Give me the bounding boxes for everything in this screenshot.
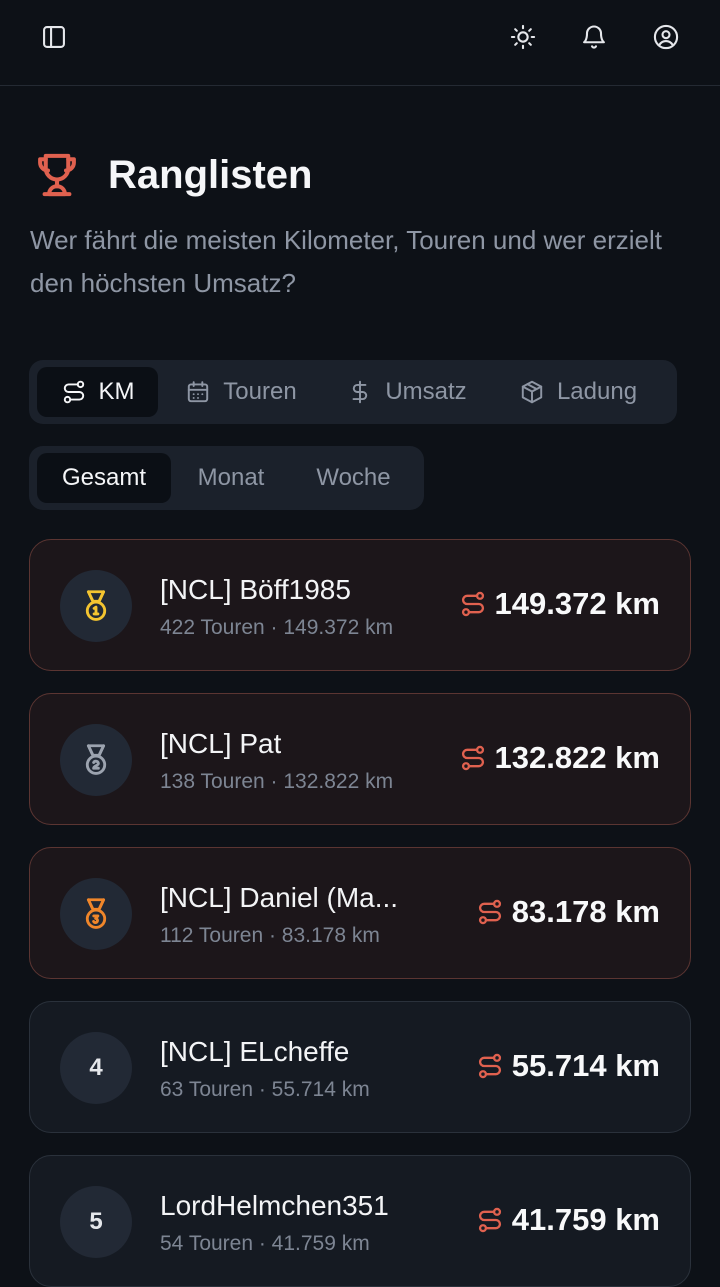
tab-monat[interactable]: Monat — [171, 453, 291, 503]
leaderboard-row[interactable]: 4 [NCL] ELcheffe 63 Touren · 55.714 km 5… — [29, 1001, 691, 1133]
tab-woche[interactable]: Woche — [291, 453, 416, 503]
notifications-button[interactable] — [576, 19, 612, 55]
top-bar — [0, 0, 720, 86]
page-subtitle: Wer fährt die meisten Kilometer, Touren … — [30, 225, 662, 298]
tab-ladung[interactable]: Ladung — [490, 367, 666, 417]
rank-badge — [60, 878, 132, 950]
driver-name: LordHelmchen351 — [160, 1190, 389, 1221]
tab-km-label: KM — [98, 378, 135, 405]
metric-tabs: KM Touren Umsatz Ladung — [29, 360, 677, 424]
package-icon — [521, 380, 543, 404]
driver-value: 132.822 km — [459, 740, 660, 776]
driver-meta: 54 Touren · 41.759 km — [160, 1232, 370, 1255]
tab-umsatz[interactable]: Umsatz — [324, 367, 490, 417]
route-icon — [478, 899, 501, 925]
user-circle-icon — [653, 24, 679, 50]
driver-value: 149.372 km — [459, 586, 660, 622]
profile-button[interactable] — [648, 19, 684, 55]
driver-meta: 422 Touren · 149.372 km — [160, 616, 394, 639]
tab-ladung-label: Ladung — [556, 378, 638, 405]
driver-value: 83.178 km — [476, 894, 660, 930]
driver-value-text: 55.714 km — [511, 1048, 660, 1083]
route-icon — [478, 1207, 501, 1233]
leaderboard-row[interactable]: [NCL] Daniel (Ma... 112 Touren · 83.178 … — [29, 847, 691, 979]
route-icon — [63, 380, 84, 404]
leaderboard-row[interactable]: [NCL] Böff1985 422 Touren · 149.372 km 1… — [29, 539, 691, 671]
driver-value: 41.759 km — [476, 1202, 660, 1238]
sun-icon — [510, 24, 536, 50]
driver-value-text: 83.178 km — [511, 894, 660, 929]
rank-badge — [60, 724, 132, 796]
rank-badge: 5 — [60, 1186, 132, 1258]
page-header: Ranglisten Wer fährt die meisten Kilomet… — [30, 145, 690, 305]
leaderboard-row[interactable]: 5 LordHelmchen351 54 Touren · 41.759 km … — [29, 1155, 691, 1287]
tab-touren-label: Touren — [223, 378, 297, 405]
page-title: Ranglisten — [108, 152, 313, 197]
driver-name: [NCL] Böff1985 — [160, 574, 351, 605]
driver-name: [NCL] Pat — [160, 728, 282, 759]
driver-meta: 63 Touren · 55.714 km — [160, 1078, 370, 1101]
tab-km[interactable]: KM — [37, 367, 158, 417]
rank-badge: 4 — [60, 1032, 132, 1104]
route-icon — [461, 745, 484, 771]
bell-icon — [583, 25, 605, 49]
tab-umsatz-label: Umsatz — [385, 378, 467, 405]
tab-gesamt[interactable]: Gesamt — [37, 453, 171, 503]
sidebar-toggle-icon — [43, 26, 65, 48]
driver-meta: 112 Touren · 83.178 km — [160, 924, 380, 947]
sidebar-toggle-button[interactable] — [36, 19, 72, 55]
tab-monat-label: Monat — [197, 464, 265, 491]
tab-touren[interactable]: Touren — [158, 367, 324, 417]
theme-toggle-button[interactable] — [505, 19, 541, 55]
rank-badge — [60, 570, 132, 642]
period-tabs: Gesamt Monat Woche — [29, 446, 424, 510]
dollar-icon — [352, 380, 368, 404]
gold-medal-icon — [85, 590, 107, 621]
driver-value-text: 149.372 km — [494, 586, 660, 621]
route-icon — [478, 1053, 501, 1079]
route-icon — [461, 591, 484, 617]
driver-value-text: 41.759 km — [511, 1202, 660, 1237]
trophy-icon — [38, 153, 76, 197]
calendar-icon — [188, 381, 209, 403]
driver-meta: 138 Touren · 132.822 km — [160, 770, 394, 793]
bronze-medal-icon — [85, 898, 107, 929]
driver-name: [NCL] Daniel (Ma... — [160, 882, 399, 913]
tab-woche-label: Woche — [316, 464, 391, 491]
driver-value-text: 132.822 km — [494, 740, 660, 775]
driver-name: [NCL] ELcheffe — [160, 1036, 350, 1067]
driver-value: 55.714 km — [476, 1048, 660, 1084]
leaderboard-row[interactable]: [NCL] Pat 138 Touren · 132.822 km 132.82… — [29, 693, 691, 825]
silver-medal-icon — [85, 744, 107, 775]
tab-gesamt-label: Gesamt — [61, 464, 147, 491]
